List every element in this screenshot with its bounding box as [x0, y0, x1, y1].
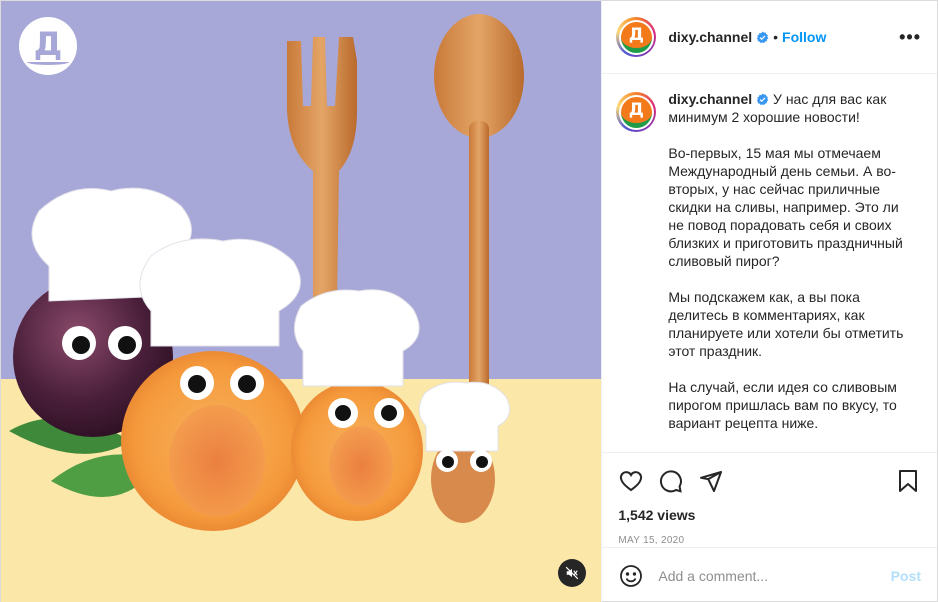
post-actions: 1,542 views MAY 15, 2020 [602, 452, 937, 547]
mute-button[interactable] [558, 559, 586, 587]
share-button[interactable] [698, 468, 724, 494]
brand-logo-letter: Д [33, 25, 63, 63]
caption-paragraph: На случай, если идея со сливовым пирогом… [668, 379, 901, 431]
caption-text: dixy.channel У нас для вас как минимум 2… [668, 90, 910, 450]
caption-avatar[interactable]: Д [616, 92, 657, 132]
like-button[interactable] [618, 468, 644, 494]
comments-area[interactable]: Д dixy.channel У нас для вас как минимум… [602, 74, 937, 452]
post-date[interactable]: MAY 15, 2020 [618, 535, 921, 546]
follow-button[interactable]: Follow [782, 29, 826, 45]
comment-bubble-icon [660, 470, 683, 493]
bookmark-icon [899, 470, 917, 492]
header-username[interactable]: dixy.channel [668, 29, 752, 45]
brand-logo: Д [19, 17, 77, 75]
more-options-icon[interactable]: ••• [899, 27, 921, 48]
smiley-icon [620, 564, 643, 587]
avatar[interactable]: Д [616, 17, 657, 57]
post-media[interactable]: Д [1, 1, 602, 602]
comment-input[interactable] [658, 567, 891, 584]
views-count[interactable]: 1,542 views [618, 507, 921, 523]
save-button[interactable] [895, 468, 921, 494]
chefs-fruit-illustration [1, 1, 602, 602]
post-comment-button[interactable]: Post [891, 568, 921, 584]
emoji-button[interactable] [618, 563, 644, 589]
add-comment-bar: Post [602, 547, 937, 602]
post-header: Д dixy.channel • Follow ••• [602, 1, 937, 74]
caption-paragraph: Во-первых, 15 мая мы отмечаем Международ… [668, 145, 907, 269]
caption-username[interactable]: dixy.channel [668, 91, 752, 107]
caption: Д dixy.channel У нас для вас как минимум… [616, 90, 921, 450]
verified-badge-icon [757, 93, 769, 106]
speaker-muted-icon [565, 566, 579, 580]
paper-plane-icon [700, 471, 723, 492]
instagram-post: Д Д dixy.channel • Follow ••• Д dixy.cha… [0, 0, 938, 602]
comment-button[interactable] [658, 468, 684, 494]
verified-badge-icon [757, 31, 769, 43]
post-sidebar: Д dixy.channel • Follow ••• Д dixy.chann… [601, 1, 937, 602]
caption-paragraph: Мы подскажем как, а вы пока делитесь в к… [668, 289, 908, 359]
heart-icon [620, 471, 643, 492]
separator-dot: • [773, 29, 779, 45]
